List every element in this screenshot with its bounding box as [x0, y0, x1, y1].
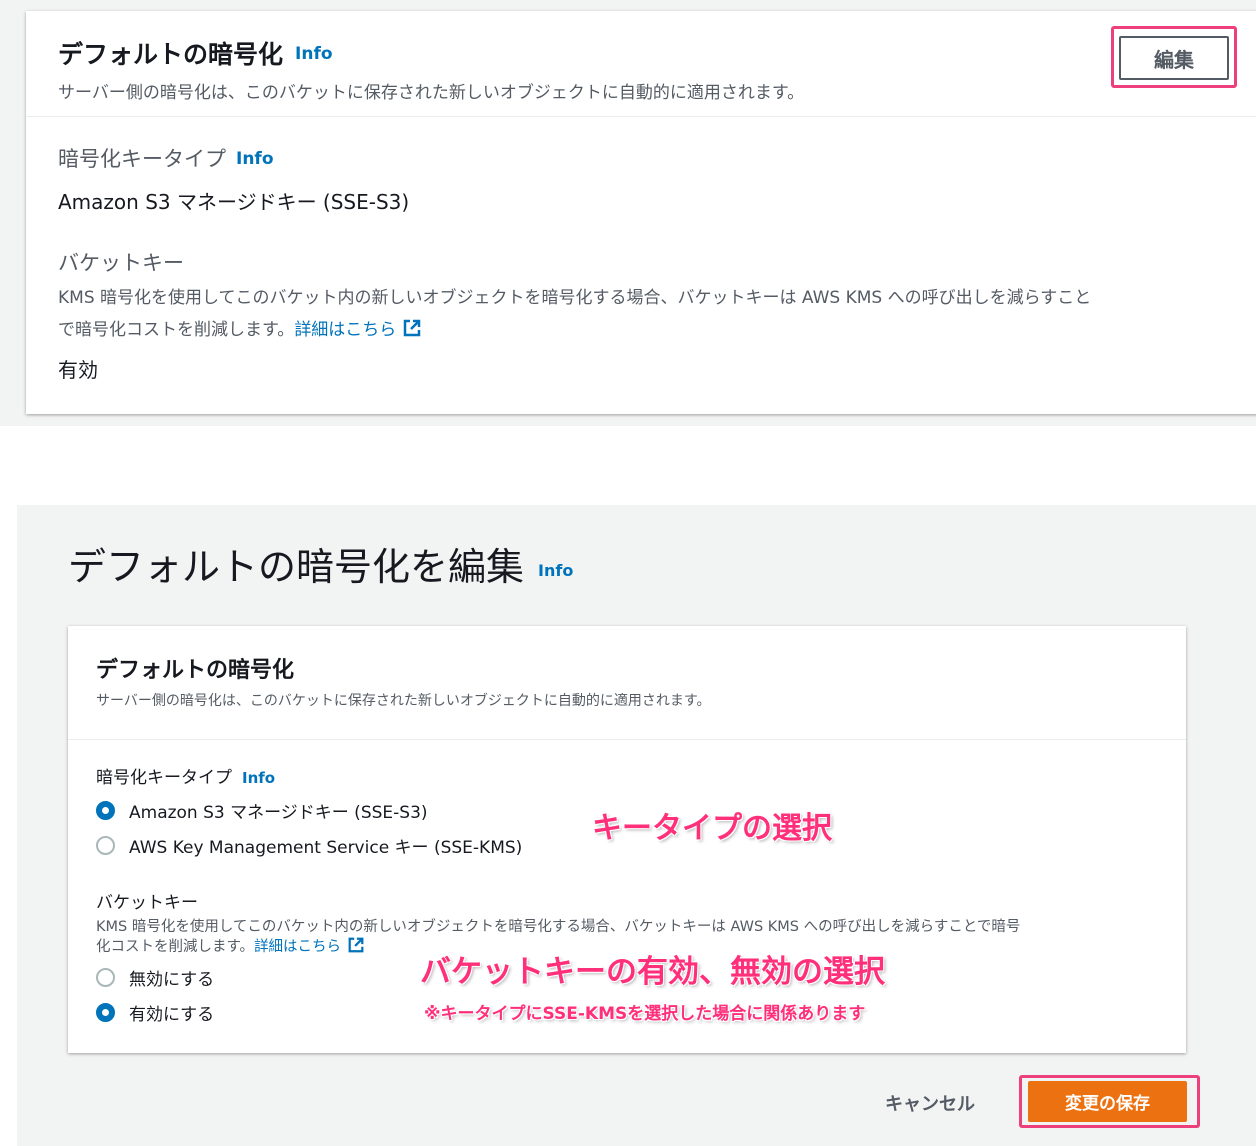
encryption-type-info-link[interactable]: Info: [236, 149, 274, 169]
edit-button[interactable]: 編集: [1119, 36, 1229, 80]
encryption-type-field-label-text: 暗号化キータイプ: [96, 768, 232, 788]
bucket-key-description-line2: で暗号化コストを削減します。詳細はこちら: [58, 315, 422, 340]
cancel-button[interactable]: キャンセル: [885, 1090, 975, 1116]
radio-option-sse-kms[interactable]: AWS Key Management Service キー (SSE-KMS): [96, 833, 522, 858]
panel-description: サーバー側の暗号化は、このバケットに保存された新しいオブジェクトに自動的に適用さ…: [58, 83, 805, 103]
default-encryption-view-panel: デフォルトの暗号化 Info サーバー側の暗号化は、このバケットに保存された新しい…: [26, 11, 1256, 414]
radio-option-sse-s3[interactable]: Amazon S3 マネージドキー (SSE-S3): [96, 798, 428, 823]
annotation-note: ※キータイプにSSE-KMSを選択した場合に関係あります: [424, 1004, 866, 1024]
learn-more-link[interactable]: 詳細はこちら: [254, 939, 341, 955]
annotation-key-type: キータイプの選択: [592, 811, 832, 846]
bucket-key-field-description-text: 化コストを削減します。: [96, 939, 255, 955]
radio-button-selected[interactable]: [96, 801, 115, 820]
bucket-key-description-line1: KMS 暗号化を使用してこのバケット内の新しいオブジェクトを暗号化する場合、バケ…: [58, 288, 1092, 308]
bucket-key-field-description-line2: 化コストを削減します。詳細はこちら: [96, 935, 365, 956]
encryption-type-label-text: 暗号化キータイプ: [58, 147, 226, 171]
radio-label: 無効にする: [129, 970, 215, 990]
bucket-key-description-text: で暗号化コストを削減します。: [58, 320, 295, 340]
external-link-icon[interactable]: [347, 936, 365, 954]
edit-panel-title: デフォルトの暗号化: [96, 658, 295, 683]
page-title: デフォルトの暗号化を編集 Info: [68, 536, 573, 591]
panel-title: デフォルトの暗号化 Info: [58, 35, 333, 71]
encryption-type-field-label: 暗号化キータイプ Info: [96, 763, 275, 788]
save-changes-button[interactable]: 変更の保存: [1028, 1081, 1187, 1122]
radio-label: 有効にする: [129, 1005, 215, 1025]
radio-option-disable[interactable]: 無効にする: [96, 965, 214, 990]
radio-label: AWS Key Management Service キー (SSE-KMS): [129, 838, 523, 858]
encryption-type-field-info-link[interactable]: Info: [242, 769, 275, 787]
encryption-type-label: 暗号化キータイプ Info: [58, 143, 274, 173]
edit-panel-description: サーバー側の暗号化は、このバケットに保存された新しいオブジェクトに自動的に適用さ…: [96, 693, 711, 709]
bucket-key-field-label: バケットキー: [96, 893, 198, 913]
edit-panel-header: デフォルトの暗号化 サーバー側の暗号化は、このバケットに保存された新しいオブジェ…: [68, 626, 1186, 740]
bucket-key-label: バケットキー: [58, 251, 184, 275]
radio-button[interactable]: [96, 836, 115, 855]
page-info-link[interactable]: Info: [538, 561, 573, 580]
radio-label: Amazon S3 マネージドキー (SSE-S3): [129, 803, 428, 823]
page-title-text: デフォルトの暗号化を編集: [68, 545, 525, 589]
radio-button[interactable]: [96, 968, 115, 987]
radio-option-enable[interactable]: 有効にする: [96, 1000, 214, 1025]
radio-button-selected[interactable]: [96, 1003, 115, 1022]
bucket-key-value: 有効: [58, 358, 98, 382]
external-link-icon[interactable]: [402, 318, 422, 338]
panel-title-text: デフォルトの暗号化: [58, 40, 284, 69]
annotation-bucket-key: バケットキーの有効、無効の選択: [420, 954, 885, 990]
bucket-key-field-description-line1: KMS 暗号化を使用してこのバケット内の新しいオブジェクトを暗号化する場合、バケ…: [96, 919, 1021, 935]
panel-header: デフォルトの暗号化 Info サーバー側の暗号化は、このバケットに保存された新しい…: [26, 11, 1256, 117]
info-link[interactable]: Info: [295, 44, 333, 64]
encryption-type-value: Amazon S3 マネージドキー (SSE-S3): [58, 190, 410, 214]
learn-more-link[interactable]: 詳細はこちら: [294, 320, 396, 340]
